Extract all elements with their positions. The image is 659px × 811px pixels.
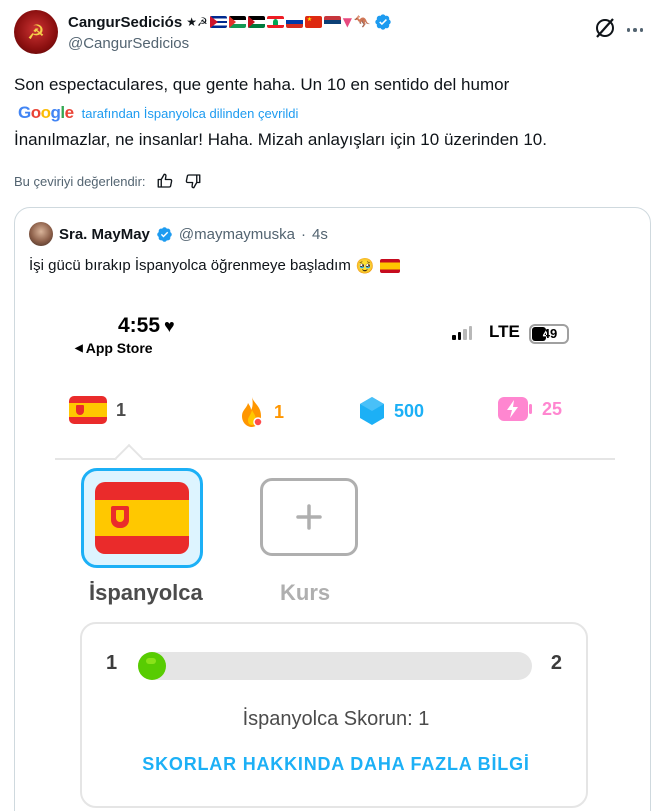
course-card-spanish[interactable] — [81, 468, 203, 568]
back-to-app-store[interactable]: ◀ App Store — [75, 340, 153, 356]
hammer-sickle-icon: ☭ — [27, 20, 45, 44]
translated-text: İnanılmazlar, ne insanlar! Haha. Mizah a… — [14, 130, 547, 149]
course-label-spanish: İspanyolca — [89, 580, 203, 605]
stat-energy[interactable]: 25 — [497, 396, 562, 422]
quoted-author-name[interactable]: Sra. MayMay — [59, 226, 150, 243]
grok-icon[interactable] — [593, 16, 617, 40]
translation-attribution: Google tarafından İspanyolca dilinden çe… — [18, 103, 298, 123]
score-label: İspanyolca Skorun: 1 — [242, 708, 430, 730]
stat-courses-value: 1 — [116, 399, 127, 420]
author-display-name[interactable]: CangurSediciós — [68, 14, 182, 31]
flag-serbia-icon — [323, 16, 341, 28]
spain-flag-icon — [69, 396, 107, 424]
thumbs-up-icon[interactable] — [156, 172, 174, 190]
thumbs-down-icon[interactable] — [184, 172, 202, 190]
back-label: App Store — [85, 340, 153, 356]
kangaroo-icon: 🦘 — [353, 14, 371, 30]
tweet-text: Son espectaculares, que gente haha. Un 1… — [14, 75, 510, 94]
energy-battery-icon — [498, 397, 532, 421]
flag-western-sahara-icon — [247, 16, 265, 28]
score-progress-bar — [138, 652, 532, 680]
back-triangle-icon: ◀ — [75, 342, 83, 354]
flag-lebanon-icon — [266, 16, 284, 28]
battery-level: 49 — [542, 326, 558, 341]
heart-icon: ♥ — [164, 315, 175, 336]
cell-signal-icon — [452, 326, 472, 340]
rate-translation-label: Bu çeviriyi değerlendir: — [14, 173, 146, 189]
quoted-tweet-text-row: İşi gücü bırakıp İspanyolca öğrenmeye ba… — [29, 256, 400, 276]
author-handle[interactable]: @CangurSedicios — [68, 35, 189, 52]
verified-badge-icon — [157, 226, 172, 242]
more-options-icon[interactable] — [625, 20, 645, 40]
flag-palestine-icon — [228, 16, 246, 28]
stat-energy-value: 25 — [542, 398, 563, 419]
spain-flag-large-icon — [95, 482, 189, 554]
duolingo-screenshot: 4:55 ♥ ◀ App Store LTE 49 1 1 500 25 İsp… — [55, 308, 615, 811]
plus-icon — [296, 504, 322, 530]
stat-courses[interactable]: 1 — [69, 396, 126, 424]
quoted-tweet-age[interactable]: 4s — [312, 226, 328, 243]
learn-more-link[interactable]: SKORLAR HAKKINDA DAHA FAZLA BİLGİ — [82, 754, 590, 775]
stat-streak-value: 1 — [274, 401, 285, 422]
author-name-emojis: ★☭ ★ ▼ 🦘 — [186, 15, 370, 30]
author-avatar[interactable]: ☭ — [14, 10, 58, 54]
flag-russia-icon — [285, 16, 303, 28]
quoted-tweet[interactable]: Sra. MayMay @maymaymuska · 4s İşi gücü b… — [14, 207, 651, 811]
score-to: 2 — [550, 652, 562, 674]
stats-bar: 1 1 500 25 — [55, 396, 615, 436]
flag-cuba-icon — [209, 16, 227, 28]
battery-icon: 49 — [529, 324, 569, 344]
separator-dot: · — [300, 225, 306, 243]
flag-china-icon: ★ — [304, 16, 322, 28]
network-type: LTE — [489, 322, 520, 341]
quoted-author-handle[interactable]: @maymaymuska — [179, 226, 295, 243]
add-course-button[interactable] — [260, 478, 358, 556]
verified-badge-icon[interactable] — [374, 13, 392, 31]
tweet-header: ☭ CangurSediciós ★☭ ★ ▼ 🦘 @CangurSedicio… — [14, 10, 645, 58]
score-card: 1 2 İspanyolca Skorun: 1 SKORLAR HAKKIND… — [80, 622, 588, 808]
triangle-icon: ▼ — [342, 15, 352, 29]
spain-flag-emoji-icon — [379, 259, 400, 273]
stat-gems-value: 500 — [394, 400, 425, 421]
quoted-tweet-text: İşi gücü bırakıp İspanyolca öğrenmeye ba… — [29, 257, 351, 274]
google-logo: Google — [18, 103, 74, 122]
status-time-text: 4:55 — [118, 314, 161, 337]
quoted-author-avatar[interactable] — [29, 222, 53, 246]
score-from: 1 — [106, 652, 118, 674]
add-course-label: Kurs — [280, 580, 331, 605]
score-progress-fill — [138, 652, 166, 680]
stat-gems[interactable]: 500 — [359, 396, 424, 426]
quoted-tweet-header: Sra. MayMay @maymaymuska · 4s — [29, 222, 328, 246]
status-time: 4:55 ♥ — [118, 314, 175, 338]
author-name-row: CangurSediciós ★☭ ★ ▼ 🦘 — [68, 12, 392, 32]
ios-status-bar: 4:55 ♥ ◀ App Store LTE 49 — [55, 308, 615, 368]
rate-translation-row: Bu çeviriyi değerlendir: — [14, 172, 202, 190]
streak-flame-icon — [242, 397, 263, 427]
author-name-symbols: ★☭ — [186, 15, 208, 29]
translated-by-link[interactable]: tarafından İspanyolca dilinden çevrildi — [82, 106, 299, 121]
gem-icon — [360, 397, 384, 425]
pleading-face-emoji: 🥹 — [355, 257, 375, 275]
stat-streak[interactable]: 1 — [239, 396, 284, 428]
